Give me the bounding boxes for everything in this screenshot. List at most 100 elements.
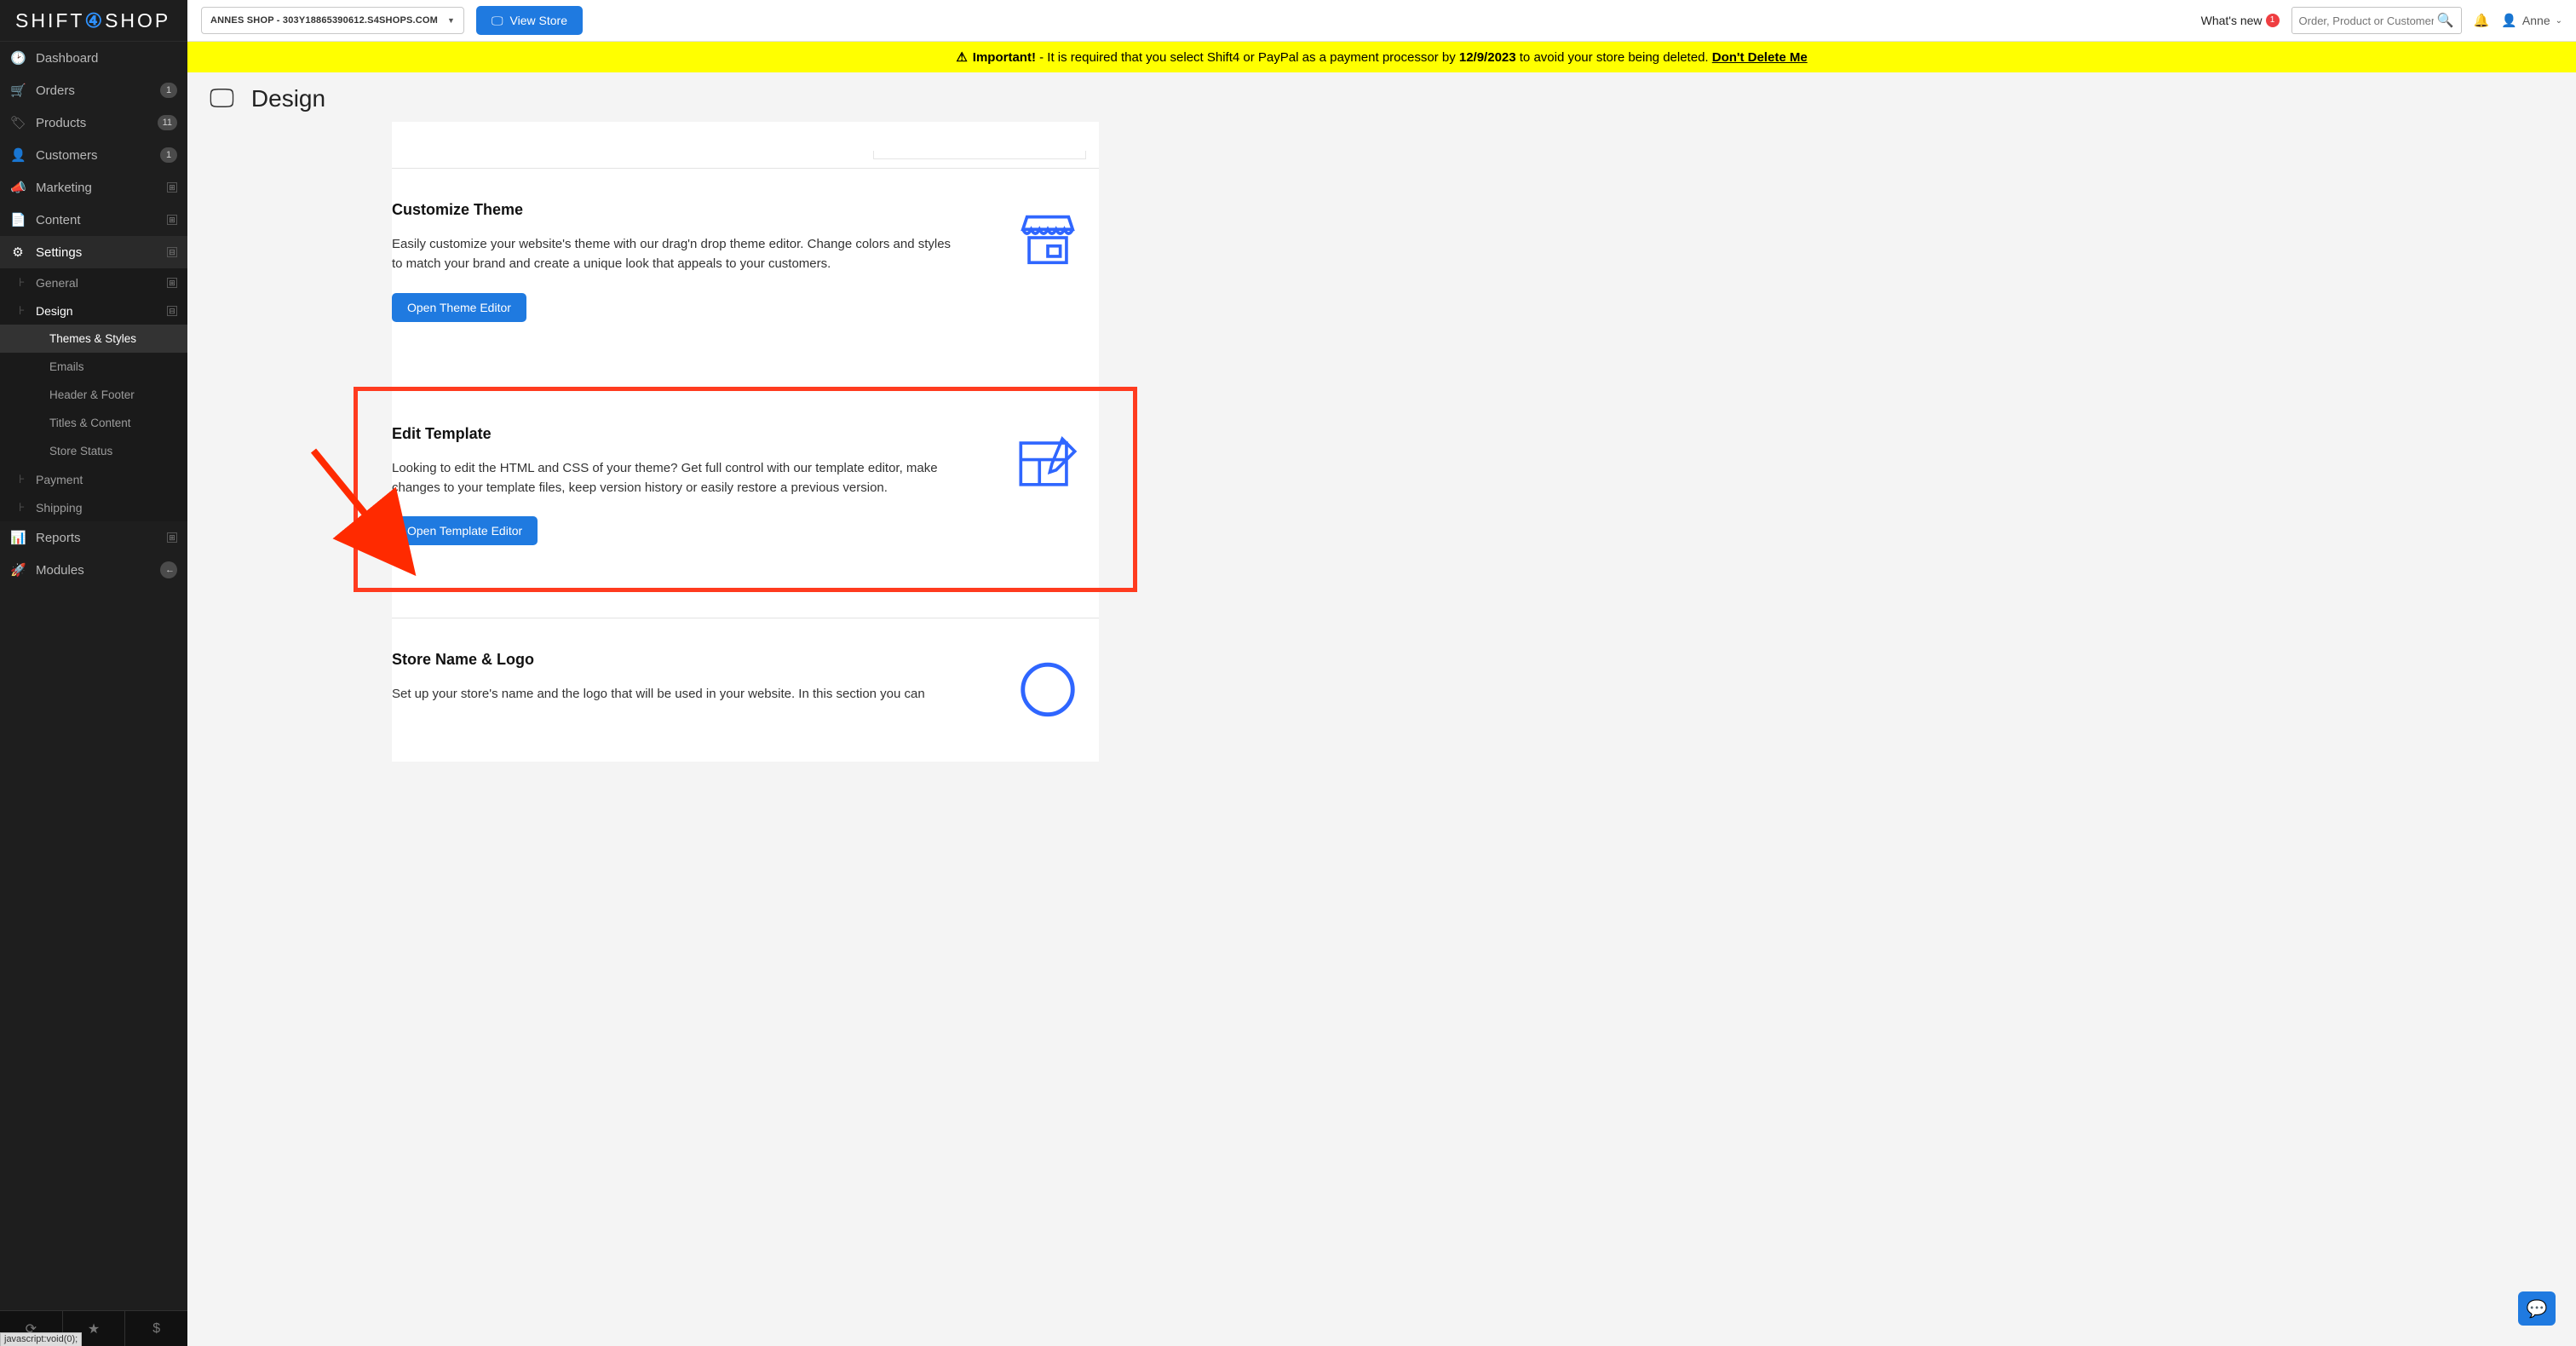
settings-subnav: ⊦ General ⊞ ⊦ Design ⊟ Themes & Styles E… [0, 268, 187, 521]
sidebar-item-themes-styles[interactable]: Themes & Styles [0, 325, 187, 353]
storefront-icon [997, 201, 1099, 322]
sidebar-item-label: Dashboard [36, 51, 177, 66]
section-edit-template: Edit Template Looking to edit the HTML a… [392, 425, 1099, 546]
topbar: ANNES SHOP - 303Y18865390612.S4SHOPS.COM… [187, 0, 2576, 42]
brand-logo[interactable]: SHIFT④SHOP [0, 0, 187, 42]
footer-money-icon[interactable]: $ [125, 1311, 187, 1346]
sidebar-item-label: Orders [36, 83, 160, 98]
user-avatar-icon: 👤 [2501, 13, 2517, 28]
logo-badge-icon [997, 651, 1099, 722]
search-input[interactable] [2299, 14, 2434, 27]
sidebar-item-label: Products [36, 116, 158, 130]
view-store-button[interactable]: 🖵 View Store [476, 6, 583, 35]
laptop-icon: 🖵 [210, 84, 234, 113]
sidebar-item-header-footer[interactable]: Header & Footer [0, 381, 187, 409]
main: ANNES SHOP - 303Y18865390612.S4SHOPS.COM… [187, 0, 2576, 1346]
rocket-icon: 🚀 [10, 562, 26, 578]
sidebar-item-label: General [36, 276, 78, 290]
tree-line-icon: ⊦ [19, 472, 25, 486]
template-edit-icon [997, 425, 1099, 546]
content-area[interactable]: Customize Theme Easily customize your we… [187, 122, 2576, 1346]
open-template-editor-button[interactable]: Open Template Editor [392, 516, 538, 545]
sidebar-item-label: Content [36, 213, 167, 227]
sidebar-item-content[interactable]: 📄 Content ⊞ [0, 204, 187, 236]
chat-fab[interactable]: 💬 [2518, 1291, 2556, 1326]
sidebar-item-label: Reports [36, 531, 167, 545]
section-title: Store Name & Logo [392, 651, 971, 669]
chevron-down-icon: ⌄ [2556, 16, 2562, 26]
section-placeholder-top [392, 130, 1099, 168]
search-icon[interactable]: 🔍 [2437, 12, 2454, 29]
sidebar-item-label: Shipping [36, 501, 83, 515]
sidebar-item-label: Customers [36, 148, 160, 163]
alert-link[interactable]: Don't Delete Me [1712, 50, 1808, 65]
chat-icon: 💬 [2527, 1298, 2548, 1320]
sidebar-item-label: Modules [36, 563, 160, 578]
count-badge: 1 [160, 83, 177, 98]
sidebar-item-modules[interactable]: 🚀 Modules ← [0, 554, 187, 586]
gauge-icon: 🕑 [10, 50, 26, 66]
gear-icon: ⚙ [10, 244, 26, 260]
user-menu[interactable]: 👤 Anne ⌄ [2501, 13, 2562, 28]
page-header: 🖵 Design [187, 72, 2576, 122]
global-search[interactable]: 🔍 [2291, 7, 2462, 34]
section-store-name-logo: Store Name & Logo Set up your store's na… [392, 618, 1099, 762]
collapse-icon: ⊟ [167, 247, 177, 257]
view-store-label: View Store [510, 14, 567, 27]
bullhorn-icon: 📣 [10, 180, 26, 195]
sidebar-item-settings[interactable]: ⚙ Settings ⊟ [0, 236, 187, 268]
tree-line-icon: ⊦ [19, 275, 25, 290]
alert-date: 12/9/2023 [1459, 50, 1516, 65]
sidebar-item-general[interactable]: ⊦ General ⊞ [0, 268, 187, 296]
sidebar-item-label: Emails [49, 360, 84, 373]
tree-line-icon: ⊦ [19, 303, 25, 318]
sidebar-item-dashboard[interactable]: 🕑 Dashboard [0, 42, 187, 74]
barchart-icon: 📊 [10, 530, 26, 545]
sidebar-item-marketing[interactable]: 📣 Marketing ⊞ [0, 171, 187, 204]
section-body-text: Set up your store's name and the logo th… [392, 684, 954, 704]
count-badge: 1 [160, 147, 177, 163]
notifications-button[interactable]: 🔔 [2474, 13, 2490, 28]
sidebar-item-store-status[interactable]: Store Status [0, 437, 187, 465]
preview-strip [873, 151, 1086, 159]
sidebar: SHIFT④SHOP 🕑 Dashboard 🛒 Orders 1 🏷 Prod… [0, 0, 187, 1346]
sidebar-item-emails[interactable]: Emails [0, 353, 187, 381]
whats-new-count: 1 [2266, 14, 2280, 27]
sidebar-item-design[interactable]: ⊦ Design ⊟ [0, 296, 187, 325]
sidebar-item-titles-content[interactable]: Titles & Content [0, 409, 187, 437]
alert-text: - It is required that you select Shift4 … [1036, 50, 1459, 65]
section-customize-theme: Customize Theme Easily customize your we… [392, 168, 1099, 361]
annotation-highlight: Edit Template Looking to edit the HTML a… [354, 387, 1137, 593]
sidebar-item-label: Header & Footer [49, 388, 135, 401]
file-icon: 📄 [10, 212, 26, 227]
sidebar-item-label: Titles & Content [49, 417, 131, 429]
design-card: Customize Theme Easily customize your we… [392, 122, 1099, 762]
collapse-icon: ⊟ [167, 306, 177, 316]
sidebar-item-label: Design [36, 304, 73, 318]
open-theme-editor-button[interactable]: Open Theme Editor [392, 293, 526, 322]
store-selector[interactable]: ANNES SHOP - 303Y18865390612.S4SHOPS.COM [201, 7, 464, 34]
sidebar-item-orders[interactable]: 🛒 Orders 1 [0, 74, 187, 106]
tree-line-icon: ⊦ [19, 500, 25, 515]
section-body-text: Easily customize your website's theme wi… [392, 234, 954, 274]
sidebar-item-products[interactable]: 🏷 Products 11 [0, 106, 187, 139]
section-title: Customize Theme [392, 201, 971, 219]
sidebar-item-shipping[interactable]: ⊦ Shipping [0, 493, 187, 521]
expand-icon: ⊞ [167, 182, 177, 193]
section-body-text: Looking to edit the HTML and CSS of your… [392, 458, 954, 498]
expand-icon: ⊞ [167, 532, 177, 543]
tag-icon: 🏷 [10, 115, 26, 130]
page-title: Design [251, 85, 325, 112]
whats-new-label: What's new [2201, 14, 2263, 27]
whats-new-link[interactable]: What's new 1 [2201, 14, 2280, 27]
alert-bold: Important! [973, 50, 1036, 65]
sidebar-item-label: Payment [36, 473, 83, 486]
sidebar-item-reports[interactable]: 📊 Reports ⊞ [0, 521, 187, 554]
brand-part3: SHOP [105, 9, 170, 32]
sidebar-item-label: Settings [36, 245, 167, 260]
sidebar-item-payment[interactable]: ⊦ Payment [0, 465, 187, 493]
brand-part1: SHIFT [15, 9, 84, 32]
sidebar-item-customers[interactable]: 👤 Customers 1 [0, 139, 187, 171]
alert-banner: ⚠ Important! - It is required that you s… [187, 42, 2576, 72]
user-name-label: Anne [2522, 14, 2550, 27]
